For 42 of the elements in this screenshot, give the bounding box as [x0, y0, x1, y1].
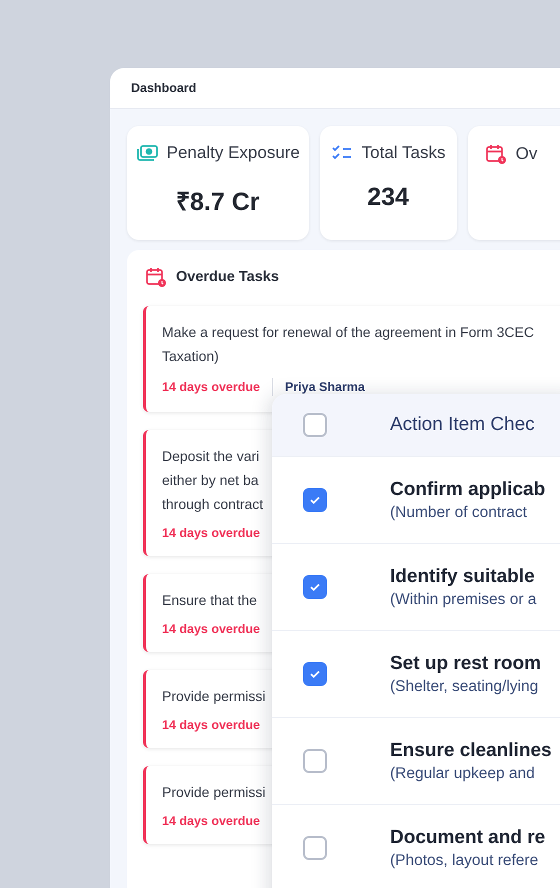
task-text: Provide permissi	[162, 687, 266, 706]
stat-label: Penalty Exposure	[166, 143, 300, 163]
calendar-clock-icon	[484, 143, 507, 165]
checklist-title: Action Item Chec	[390, 414, 535, 436]
action-item-detail: (Within premises or a	[390, 590, 536, 608]
action-item-title: Set up rest room	[390, 652, 541, 674]
window-title: Dashboard	[131, 81, 196, 95]
task-text: Deposit the vari	[162, 447, 260, 466]
stat-label: Total Tasks	[362, 143, 446, 163]
checklist-icon	[330, 144, 353, 162]
task-text: through contract	[162, 495, 264, 514]
action-item-detail: (Regular upkeep and	[390, 764, 536, 782]
action-item-title: Identify suitable	[390, 566, 536, 588]
action-item-title: Ensure cleanlines	[390, 740, 552, 762]
task-text: either by net ba	[162, 471, 259, 490]
checkbox[interactable]	[303, 836, 327, 860]
checkbox[interactable]	[303, 662, 327, 686]
checkbox[interactable]	[303, 749, 327, 773]
task-text: Provide permissi	[162, 783, 266, 802]
task-text: Ensure that the	[162, 591, 257, 610]
action-item-detail: (Number of contract	[390, 504, 528, 522]
checkbox[interactable]	[303, 575, 327, 599]
stat-label: Ov	[516, 144, 538, 164]
overdue-status: 14 days overdue	[162, 814, 260, 828]
stat-value: ₹8.7 Cr	[176, 187, 260, 217]
checkbox[interactable]	[303, 413, 327, 437]
overdue-status: 14 days overdue	[162, 718, 260, 732]
action-item-detail: (Shelter, seating/lying	[390, 678, 540, 696]
checkbox[interactable]	[303, 488, 327, 512]
overdue-status: 14 days overdue	[162, 380, 260, 394]
task-text: Make a request for renewal of the agreement in Form 3CEC	[162, 323, 534, 342]
task-text: Taxation)	[162, 347, 219, 366]
action-item-title: Confirm applicab	[390, 478, 546, 500]
overdue-status: 14 days overdue	[162, 526, 260, 540]
action-item-title: Document and re	[390, 826, 546, 848]
overdue-status: 14 days overdue	[162, 622, 260, 636]
panel-title: Overdue Tasks	[176, 269, 279, 285]
assignee-name: Priya Sharma	[284, 380, 365, 394]
action-item-detail: (Photos, layout refere	[390, 852, 540, 870]
cash-icon	[136, 144, 158, 162]
calendar-clock-icon	[145, 266, 167, 288]
stat-value: 234	[367, 183, 409, 212]
